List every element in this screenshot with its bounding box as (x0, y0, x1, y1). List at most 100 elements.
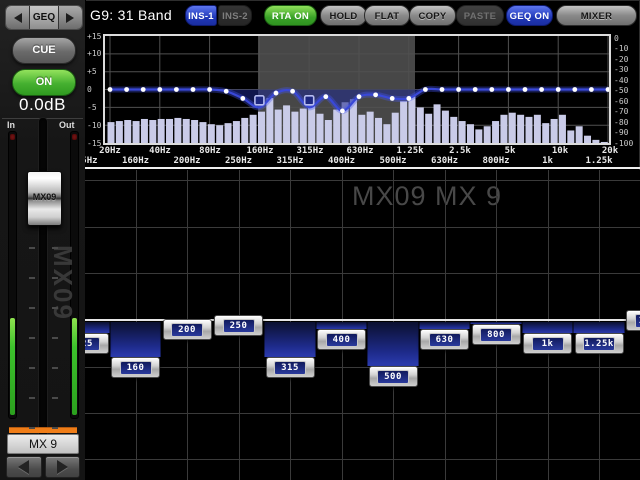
fader-ruler-label: 160Hz (114, 156, 158, 166)
geq-fader-handle-800[interactable]: 800 (472, 324, 521, 345)
geq-fader-handle-500[interactable]: 500 (369, 366, 418, 387)
toolbar-button-ins-2[interactable]: INS-2 (218, 5, 252, 26)
toolbar-button-rta-on[interactable]: RTA ON (264, 5, 317, 26)
geq-fader-handle-125[interactable]: 125 (85, 333, 109, 354)
octave-ruler-label: 5k (488, 146, 532, 156)
eq-curve-point (589, 87, 594, 92)
rta-bar (300, 109, 307, 143)
geq-fader-fill-125 (85, 322, 110, 334)
channel-strip: GEQ CUE ON 0.0dB In Out MX09 MX09 MX 9 (0, 0, 86, 480)
geq-fader-value: 315 (274, 361, 306, 375)
geq-nav-prev-button[interactable] (6, 6, 30, 29)
octave-ruler-label: 1.25k (388, 146, 432, 156)
rta-bar (467, 124, 474, 143)
toolbar-button-hold[interactable]: HOLD (320, 5, 367, 26)
input-meter (8, 131, 17, 419)
channel-fader-knob[interactable]: MX09 (27, 171, 62, 226)
toolbar-button-copy[interactable]: COPY (409, 5, 456, 26)
fader-grid-line (85, 227, 640, 228)
eq-curve-point (174, 87, 179, 92)
on-button[interactable]: ON (12, 69, 76, 96)
rta-bar (358, 115, 365, 143)
fader-tick (52, 277, 58, 279)
eq-curve-point (556, 87, 561, 92)
toolbar-button-paste[interactable]: PASTE (456, 5, 504, 26)
db-scale-left-label: +10 (87, 49, 101, 58)
geq-fader-section: MX09 MX 9 1251602002503154005006308001k1… (85, 170, 640, 480)
meter-level (72, 318, 77, 415)
rta-bar (400, 101, 407, 143)
prev-channel-button[interactable] (6, 456, 42, 478)
rta-bar (559, 115, 566, 143)
fader-tick (29, 397, 35, 399)
rta-bar (216, 125, 223, 143)
rta-bar (408, 96, 415, 143)
rta-bar (442, 111, 449, 143)
rta-bar (484, 126, 491, 143)
channel-fader-track[interactable] (39, 118, 47, 437)
eq-curve-point (406, 96, 411, 101)
rta-bar (601, 142, 608, 143)
rta-scale-right-label: -40 (614, 76, 628, 85)
eq-curve-point (323, 94, 328, 99)
rta-bar (283, 105, 290, 143)
rta-scale-right-label: -10 (614, 44, 628, 53)
geq-fader-handle-315[interactable]: 315 (266, 357, 315, 378)
geq-fader-handle-250[interactable]: 250 (214, 315, 263, 336)
rta-bar (241, 118, 248, 143)
eq-curve-point (390, 96, 395, 101)
geq-fader-handle-400[interactable]: 400 (317, 329, 366, 350)
eq-curve-point (456, 87, 461, 92)
rta-bar (450, 117, 457, 143)
fader-tick (52, 367, 58, 369)
fader-ruler-label: 800Hz (474, 156, 518, 166)
rta-scale-right-label: -90 (614, 128, 628, 137)
geq-fader-handle-1-6k[interactable]: 1.6k (626, 310, 640, 331)
db-scale-left-label: 0 (87, 85, 92, 94)
fader-gain-readout: 0.0dB (0, 95, 85, 115)
eq-curve-point (473, 87, 478, 92)
eq-curve-point (141, 87, 146, 92)
toolbar-button-ins-1[interactable]: INS-1 (185, 5, 217, 26)
eq-curve-handle-160[interactable] (255, 96, 264, 105)
octave-ruler-label: 2.5k (438, 146, 482, 156)
meter-in-label: In (7, 120, 15, 130)
rta-bar (517, 115, 524, 143)
eq-curve-handle-315[interactable] (305, 96, 314, 105)
fader-ruler-label: 200Hz (165, 156, 209, 166)
geq-fader-value: 1.25k (583, 337, 615, 351)
eq-curve-point (240, 96, 245, 101)
geq-fader-fill-400 (316, 322, 368, 329)
next-channel-button[interactable] (45, 456, 81, 478)
geq-fader-handle-1k[interactable]: 1k (523, 333, 572, 354)
fader-tick (52, 427, 58, 429)
toolbar-button-flat[interactable]: FLAT (364, 5, 410, 26)
eq-curve-point (572, 87, 577, 92)
eq-curve-point (440, 87, 445, 92)
rta-scale-right-label: -30 (614, 65, 628, 74)
eq-curve-point (108, 87, 113, 92)
geq-fader-handle-630[interactable]: 630 (420, 329, 469, 350)
geq-fader-handle-1-25k[interactable]: 1.25k (575, 333, 624, 354)
eq-curve-point (290, 89, 295, 94)
fader-grid-line (85, 180, 640, 181)
octave-ruler-label: 20k (588, 146, 632, 156)
fader-ruler-label: 125Hz (85, 156, 106, 166)
cue-button[interactable]: CUE (12, 37, 76, 64)
channel-name: MX 9 (7, 434, 79, 454)
rta-bar (124, 120, 131, 143)
fader-tick (29, 307, 35, 309)
fader-tick (29, 367, 35, 369)
geq-fader-value: 250 (223, 319, 255, 333)
fader-tick (29, 247, 35, 249)
rta-bar (225, 123, 232, 143)
geq-fader-value: 200 (171, 323, 203, 337)
rta-bar (275, 110, 282, 143)
toolbar-button-geq-on[interactable]: GEQ ON (506, 5, 553, 26)
geq-nav-next-button[interactable] (59, 6, 82, 29)
geq-fader-handle-160[interactable]: 160 (111, 357, 160, 378)
rta-bar (551, 119, 558, 143)
fader-tick (29, 337, 35, 339)
toolbar-button-mixer[interactable]: MIXER (556, 5, 637, 26)
geq-fader-handle-200[interactable]: 200 (163, 319, 212, 340)
